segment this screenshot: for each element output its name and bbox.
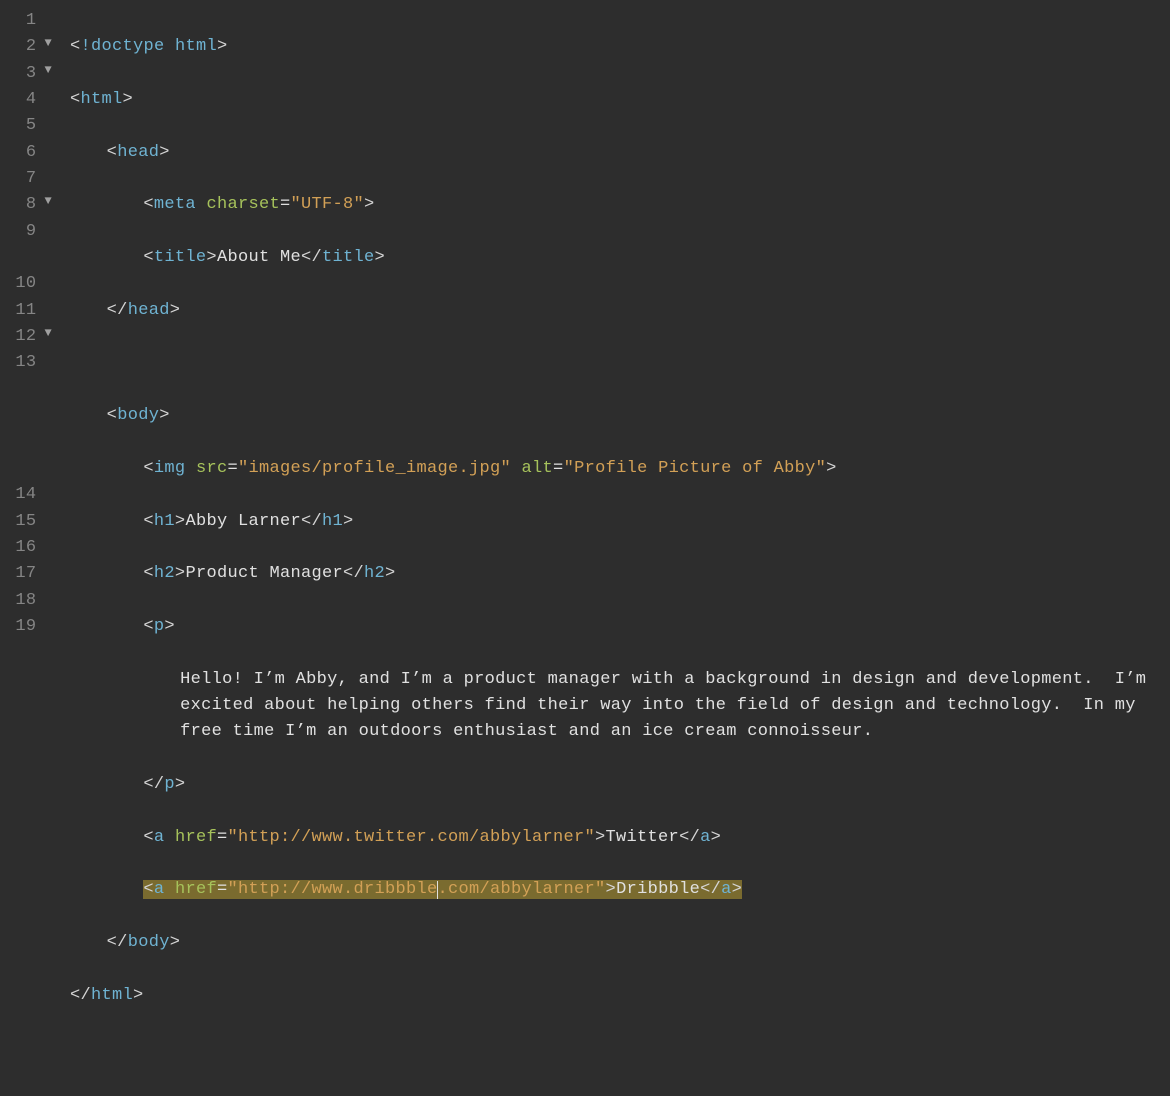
code-line[interactable]: <html> (70, 87, 1156, 113)
code-line[interactable]: Hello! I’m Abby, and I’m a product manag… (70, 667, 1156, 746)
code-line[interactable]: <title>About Me</title> (70, 245, 1156, 271)
line-number: 8 (14, 192, 36, 218)
code-line[interactable]: <body> (70, 403, 1156, 429)
code-line[interactable]: <p> (70, 614, 1156, 640)
line-number: 19 (14, 614, 36, 640)
code-line[interactable]: <h1>Abby Larner</h1> (70, 509, 1156, 535)
fold-icon[interactable]: ▼ (42, 34, 54, 53)
line-number: 10 (14, 271, 36, 297)
code-line[interactable] (70, 350, 1156, 376)
line-number: 4 (14, 87, 36, 113)
line-number: 2 (14, 34, 36, 60)
line-number: 6 (14, 140, 36, 166)
code-line-highlighted[interactable]: <a href="http://www.dribbble.com/abbylar… (70, 877, 1156, 903)
line-number: 9 (14, 219, 36, 245)
code-line[interactable] (70, 1035, 1156, 1061)
code-line[interactable]: <h2>Product Manager</h2> (70, 561, 1156, 587)
line-number-gutter: 1 2▼ 3▼ 4 5 6 7 8▼ 9 10 11 12▼ 13 14 15 … (0, 0, 60, 648)
line-number: 1 (14, 8, 36, 34)
line-number: 14 (14, 482, 36, 508)
code-line[interactable]: <meta charset="UTF-8"> (70, 192, 1156, 218)
code-line[interactable]: </p> (70, 772, 1156, 798)
line-number: 13 (14, 350, 36, 376)
code-line[interactable]: <a href="http://www.twitter.com/abbylarn… (70, 825, 1156, 851)
code-line[interactable]: <head> (70, 140, 1156, 166)
fold-icon[interactable]: ▼ (42, 61, 54, 80)
code-line[interactable]: <!doctype html> (70, 34, 1156, 60)
code-line[interactable]: </head> (70, 298, 1156, 324)
code-line[interactable]: <img src="images/profile_image.jpg" alt=… (70, 456, 1156, 482)
code-line[interactable]: </html> (70, 983, 1156, 1009)
line-number: 11 (14, 298, 36, 324)
line-number: 17 (14, 561, 36, 587)
code-editor-content[interactable]: <!doctype html> <html> <head> <meta char… (60, 0, 1170, 1096)
fold-icon[interactable]: ▼ (42, 324, 54, 343)
line-number: 15 (14, 509, 36, 535)
code-line[interactable]: </body> (70, 930, 1156, 956)
line-number: 5 (14, 113, 36, 139)
line-number: 7 (14, 166, 36, 192)
line-number: 18 (14, 588, 36, 614)
line-number: 16 (14, 535, 36, 561)
line-number: 12 (14, 324, 36, 350)
line-number: 3 (14, 61, 36, 87)
fold-icon[interactable]: ▼ (42, 192, 54, 211)
